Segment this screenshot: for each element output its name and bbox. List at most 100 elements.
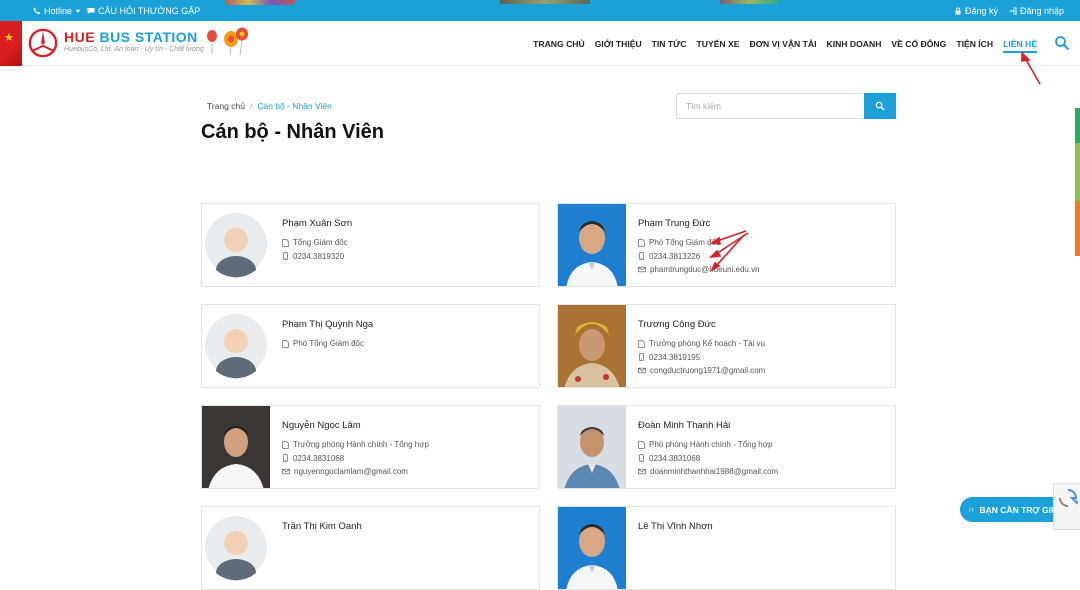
staff-photo bbox=[558, 305, 626, 387]
logo-bus-station-text: BUS STATION bbox=[99, 29, 198, 45]
envelope-icon bbox=[282, 469, 290, 475]
staff-phone[interactable]: 0234.3813226 bbox=[649, 252, 700, 261]
staff-name: Lê Thị Vĩnh Nhơn bbox=[638, 521, 713, 532]
nav-item-utilities[interactable]: TIỆN ÍCH bbox=[951, 21, 998, 66]
festive-decoration bbox=[225, 0, 295, 5]
page-title: Cán bộ - Nhân Viên bbox=[201, 121, 384, 143]
staff-position: Trưởng phòng Kế hoạch - Tài vụ bbox=[649, 339, 765, 349]
document-icon bbox=[282, 238, 289, 247]
nav-item-about[interactable]: GIỚI THIỆU bbox=[590, 21, 647, 66]
flag-decoration: ★ bbox=[0, 21, 22, 66]
staff-name: Trần Thị Kim Oanh bbox=[282, 521, 362, 532]
staff-card[interactable]: Lê Thị Vĩnh Nhơn bbox=[557, 506, 896, 590]
staff-card[interactable]: Nguyễn Ngọc Lâm Trưởng phòng Hành chính -… bbox=[201, 405, 540, 489]
staff-card[interactable]: Phạm Trung Đức Phó Tổng Giám đốc 0234.3813… bbox=[557, 203, 896, 287]
staff-info: Đoàn Minh Thanh Hải Phó phòng Hành chính … bbox=[638, 420, 889, 479]
staff-phone[interactable]: 0234.3831068 bbox=[293, 454, 344, 463]
staff-phone[interactable]: 0234.3831068 bbox=[649, 454, 700, 463]
faq-link[interactable]: CÂU HỎI THƯỜNG GẶP bbox=[87, 0, 200, 21]
nav-item-shareholders[interactable]: VỀ CỔ ĐÔNG bbox=[886, 21, 951, 66]
envelope-icon bbox=[638, 368, 646, 374]
staff-photo bbox=[558, 507, 626, 589]
breadcrumb-home[interactable]: Trang chủ bbox=[207, 101, 245, 111]
staff-name: Trương Công Đức bbox=[638, 319, 716, 330]
chat-icon bbox=[87, 7, 95, 14]
main-header: ★ HUE BUS STATION HuebusCo, Ltd. An toàn… bbox=[0, 21, 1080, 66]
nav-item-carriers[interactable]: ĐƠN VỊ VẬN TẢI bbox=[744, 21, 821, 66]
document-icon bbox=[638, 339, 645, 348]
staff-email-row: nguyenngoclamlam@gmail.com bbox=[282, 465, 533, 479]
staff-email-row: congductruong1971@gmail.com bbox=[638, 364, 889, 378]
breadcrumb-separator: / bbox=[249, 101, 253, 111]
staff-phone-row: 0234.3819320 bbox=[282, 250, 533, 264]
logo-hue-text: HUE bbox=[64, 29, 96, 45]
search-icon[interactable] bbox=[1054, 35, 1070, 51]
hotline-dropdown[interactable]: Hotline bbox=[33, 0, 81, 21]
mercedes-logo-icon[interactable] bbox=[28, 28, 58, 58]
staff-phone[interactable]: 0234.3819320 bbox=[293, 252, 344, 261]
recaptcha-badge[interactable] bbox=[1053, 483, 1080, 530]
nav-label: TIỆN ÍCH bbox=[956, 38, 994, 49]
staff-phone-row: 0234.3831068 bbox=[282, 452, 533, 466]
login-link[interactable]: Đăng nhập bbox=[1009, 0, 1064, 21]
nav-item-contact[interactable]: LIÊN HỆ bbox=[998, 21, 1042, 66]
help-button[interactable]: BẠN CẦN TRỢ GIÚP? bbox=[960, 497, 1068, 522]
staff-name: Phạm Trung Đức bbox=[638, 218, 711, 229]
register-link[interactable]: Đăng ký bbox=[954, 0, 998, 21]
staff-position: Trưởng phòng Hành chính - Tổng hợp bbox=[293, 440, 429, 450]
staff-phone-row: 0234.3831068 bbox=[638, 452, 889, 466]
nav-item-business[interactable]: KINH DOANH bbox=[822, 21, 887, 66]
hotline-label: Hotline bbox=[44, 5, 73, 16]
side-accent-bar bbox=[1075, 108, 1080, 256]
nav-item-routes[interactable]: TUYẾN XE bbox=[692, 21, 745, 66]
search-button[interactable] bbox=[864, 93, 896, 119]
nav-label: TRANG CHỦ bbox=[533, 38, 585, 49]
search-input[interactable] bbox=[676, 93, 864, 119]
main-nav: TRANG CHỦ GIỚI THIỆU TIN TỨC TUYẾN XE ĐƠ… bbox=[528, 21, 1042, 66]
staff-photo bbox=[202, 406, 270, 488]
staff-photo bbox=[558, 204, 626, 286]
staff-info: Phạm Trung Đức Phó Tổng Giám đốc 0234.3813… bbox=[638, 218, 889, 277]
breadcrumb-current[interactable]: Cán bộ - Nhân Viên bbox=[257, 101, 332, 111]
mobile-icon bbox=[639, 252, 644, 261]
staff-photo bbox=[202, 305, 270, 387]
staff-email[interactable]: doanminhthanhhai1988@gmail.com bbox=[650, 467, 778, 476]
staff-position: Phó Tổng Giám đốc bbox=[649, 238, 721, 248]
staff-card[interactable]: Trương Công Đức Trưởng phòng Kế hoạch - T… bbox=[557, 304, 896, 388]
staff-card[interactable]: Trần Thị Kim Oanh bbox=[201, 506, 540, 590]
staff-info: Trần Thị Kim Oanh bbox=[282, 521, 533, 539]
nav-label: KINH DOANH bbox=[826, 38, 882, 49]
nav-item-home[interactable]: TRANG CHỦ bbox=[528, 21, 590, 66]
staff-position: Phó phòng Hành chính - Tổng hợp bbox=[649, 440, 773, 450]
document-icon bbox=[282, 339, 289, 348]
document-icon bbox=[638, 238, 645, 247]
lock-icon bbox=[955, 7, 961, 14]
nav-label: LIÊN HỆ bbox=[1003, 39, 1037, 53]
staff-email-row: doanminhthanhhai1988@gmail.com bbox=[638, 465, 889, 479]
document-icon bbox=[282, 440, 289, 449]
staff-email[interactable]: congductruong1971@gmail.com bbox=[650, 366, 765, 375]
headset-icon bbox=[969, 507, 974, 511]
mobile-icon bbox=[639, 454, 644, 463]
staff-position-row: Phó Tổng Giám đốc bbox=[638, 236, 889, 250]
festive-decoration bbox=[500, 0, 590, 4]
staff-photo bbox=[202, 507, 270, 589]
mobile-icon bbox=[283, 454, 288, 463]
staff-photo bbox=[202, 204, 270, 286]
staff-email-row: phamtrungduc@hueuni.edu.vn bbox=[638, 263, 889, 277]
balloons-icon bbox=[207, 27, 248, 55]
staff-card[interactable]: Phạm Thị Quỳnh Nga Phó Tổng Giám đốc bbox=[201, 304, 540, 388]
nav-item-news[interactable]: TIN TỨC bbox=[647, 21, 692, 66]
staff-card[interactable]: Đoàn Minh Thanh Hải Phó phòng Hành chính … bbox=[557, 405, 896, 489]
staff-info: Lê Thị Vĩnh Nhơn bbox=[638, 521, 889, 539]
staff-phone[interactable]: 0234.3819195 bbox=[649, 353, 700, 362]
staff-name: Nguyễn Ngọc Lâm bbox=[282, 420, 361, 431]
mobile-icon bbox=[639, 353, 644, 362]
document-icon bbox=[638, 440, 645, 449]
staff-card[interactable]: Phạm Xuân Sơn Tổng Giám đốc 0234.3819320 bbox=[201, 203, 540, 287]
annotation-arrows bbox=[708, 51, 1041, 272]
staff-phone-row: 0234.3819195 bbox=[638, 351, 889, 365]
staff-email[interactable]: nguyenngoclamlam@gmail.com bbox=[294, 467, 408, 476]
staff-email[interactable]: phamtrungduc@hueuni.edu.vn bbox=[650, 265, 760, 274]
site-logo[interactable]: HUE BUS STATION bbox=[64, 29, 198, 45]
